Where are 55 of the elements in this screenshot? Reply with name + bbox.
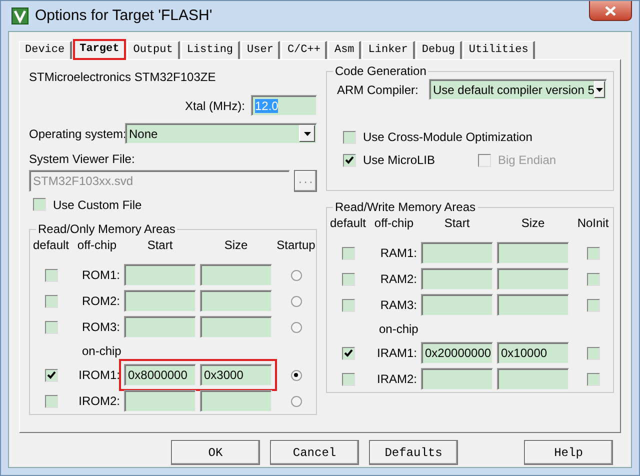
group-title: Read/Only Memory Areas	[37, 223, 176, 236]
column-header: off-chip	[76, 237, 118, 254]
dialog-button[interactable]: Defaults	[369, 440, 458, 465]
memory-label: RAM2:	[379, 271, 417, 288]
section-label: on-chip	[378, 321, 420, 338]
tab[interactable]: Asm	[328, 41, 362, 59]
os-label: Operating system:	[29, 126, 125, 142]
tab[interactable]: Listing	[180, 41, 240, 59]
tab[interactable]: Debug	[416, 41, 462, 59]
memory-label: ROM1:	[80, 267, 120, 284]
section-label: on-chip	[81, 343, 122, 360]
svf-label: System Viewer File:	[29, 152, 136, 166]
os-dropdown[interactable]: None	[125, 123, 317, 144]
size-field[interactable]: 0x3000	[200, 364, 272, 386]
memory-label: ROM3:	[80, 319, 120, 336]
help-button[interactable]: Help	[524, 440, 613, 465]
xtal-label: Xtal (MHz):	[185, 98, 245, 114]
tab[interactable]: User	[241, 41, 280, 59]
tab[interactable]: Target	[72, 39, 126, 60]
tab[interactable]: C/C++	[281, 41, 328, 59]
tab[interactable]: Device	[19, 41, 72, 59]
window-title: Options for Target 'FLASH'	[35, 6, 212, 26]
checkbox-label: Use MicroLIB	[363, 152, 436, 169]
column-header: Start	[443, 215, 471, 232]
tab[interactable]: Output	[127, 41, 180, 59]
group-title: Read/Write Memory Areas	[334, 201, 476, 214]
memory-label: RAM3:	[379, 297, 417, 314]
memory-label: RAM1:	[379, 245, 417, 262]
start-field[interactable]: 0x20000000	[421, 342, 493, 364]
dialog-button[interactable]: Cancel	[270, 440, 359, 465]
memory-label: ROM2:	[80, 293, 120, 310]
column-header: Start	[146, 237, 174, 254]
size-field[interactable]: 0x10000	[497, 342, 569, 364]
group-title: Code Generation	[334, 65, 428, 78]
column-header: Size	[520, 215, 546, 232]
checkbox-label: Use Custom File	[53, 196, 142, 214]
column-header: default	[329, 215, 367, 232]
checkbox-label: Big Endian	[498, 152, 556, 169]
device-name: STMicroelectronics STM32F103ZE	[29, 70, 217, 85]
tab[interactable]: Utilities	[462, 41, 536, 59]
dialog-button[interactable]: OK	[171, 440, 260, 465]
column-header: default	[32, 237, 70, 254]
tab[interactable]: Linker	[362, 41, 415, 59]
start-field[interactable]: 0x8000000	[124, 364, 196, 386]
column-header: Size	[223, 237, 249, 254]
memory-label: IROM1:	[78, 367, 120, 384]
memory-label: IROM2:	[78, 393, 120, 410]
column-header: NoInit	[576, 215, 610, 232]
compiler-label: ARM Compiler:	[337, 82, 420, 98]
column-header: Startup	[276, 237, 316, 254]
memory-label: IRAM2:	[376, 371, 417, 388]
column-header: off-chip	[373, 215, 415, 232]
checkbox-label: Use Cross-Module Optimization	[363, 129, 532, 146]
memory-label: IRAM1:	[376, 345, 417, 362]
compiler-dropdown[interactable]: Use default compiler version 5	[429, 79, 607, 100]
